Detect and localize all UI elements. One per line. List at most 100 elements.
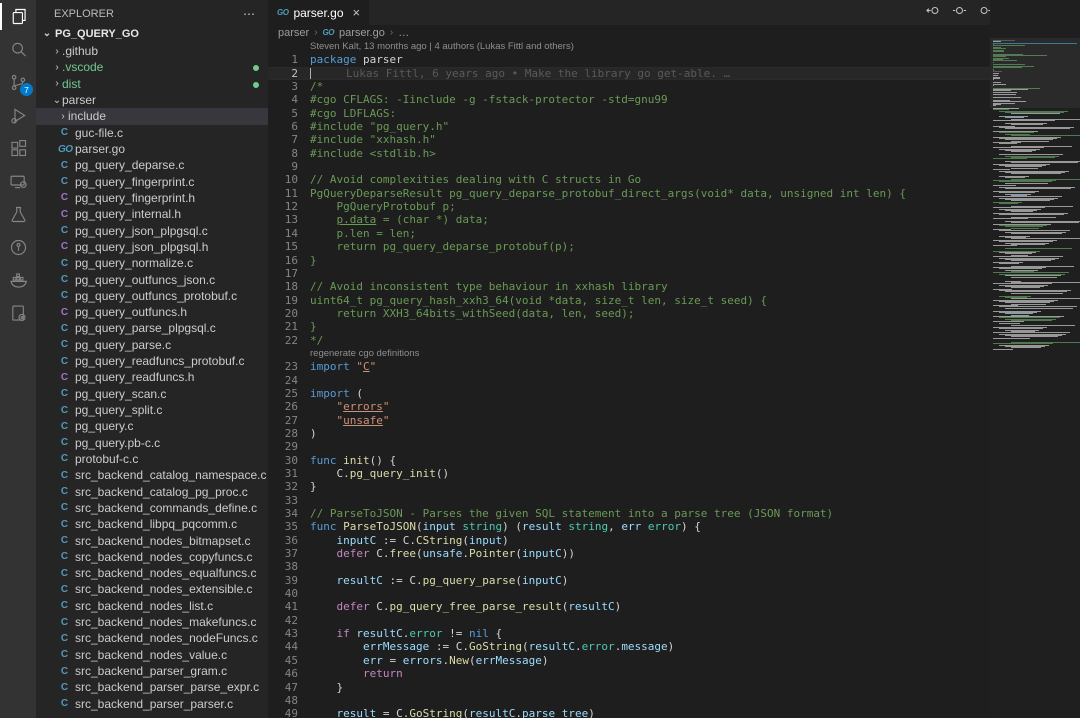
line-number[interactable]: 24 <box>268 374 298 387</box>
tree-file-pg_query_internal.h[interactable]: Cpg_query_internal.h <box>36 206 268 222</box>
code-text[interactable] <box>310 440 990 453</box>
tree-file-pg_query_deparse.c[interactable]: Cpg_query_deparse.c <box>36 157 268 173</box>
line-number[interactable]: 45 <box>268 654 298 667</box>
code-text[interactable]: "errors" <box>310 400 990 413</box>
line-number[interactable]: 43 <box>268 627 298 640</box>
code-text[interactable]: #include "pg_query.h" <box>310 120 990 133</box>
tree-file-parser.go[interactable]: GOparser.go <box>36 141 268 157</box>
line-number[interactable]: 19 <box>268 294 298 307</box>
code-text[interactable]: package parser <box>310 53 990 66</box>
line-number[interactable]: 48 <box>268 694 298 707</box>
code-text[interactable]: // Avoid inconsistent type behaviour in … <box>310 280 990 293</box>
code-text[interactable] <box>310 614 990 627</box>
code-text[interactable] <box>310 267 990 280</box>
tree-file-src_backend_commands_define.c[interactable]: Csrc_backend_commands_define.c <box>36 500 268 516</box>
code-text[interactable]: #cgo LDFLAGS: <box>310 107 990 120</box>
tree-file-pg_query_outfuncs_protobuf.c[interactable]: Cpg_query_outfuncs_protobuf.c <box>36 288 268 304</box>
code-text[interactable]: */ <box>310 334 990 347</box>
tree-file-src_backend_parser_gram.c[interactable]: Csrc_backend_parser_gram.c <box>36 663 268 679</box>
breadcrumb-item[interactable]: … <box>398 27 409 39</box>
line-number[interactable]: 34 <box>268 507 298 520</box>
tree-file-src_backend_nodes_bitmapset.c[interactable]: Csrc_backend_nodes_bitmapset.c <box>36 532 268 548</box>
line-number[interactable]: 21 <box>268 320 298 333</box>
tree-file-pg_query.pb-c.c[interactable]: Cpg_query.pb-c.c <box>36 435 268 451</box>
tree-folder-dist[interactable]: ›dist <box>36 76 268 92</box>
code-text[interactable]: if resultC.error != nil { <box>310 627 990 640</box>
tree-file-src_backend_nodes_equalfuncs.c[interactable]: Csrc_backend_nodes_equalfuncs.c <box>36 565 268 581</box>
code-text[interactable]: // Avoid complexities dealing with C str… <box>310 173 990 186</box>
code-text[interactable]: uint64_t pg_query_hash_xxh3_64(void *dat… <box>310 294 990 307</box>
line-number[interactable]: 44 <box>268 640 298 653</box>
line-number[interactable]: 36 <box>268 534 298 547</box>
tree-file-pg_query_json_plpgsql.h[interactable]: Cpg_query_json_plpgsql.h <box>36 239 268 255</box>
line-number[interactable]: 4 <box>268 93 298 106</box>
line-number[interactable]: 22 <box>268 334 298 347</box>
line-number[interactable]: 15 <box>268 240 298 253</box>
line-number[interactable]: 8 <box>268 147 298 160</box>
code-text[interactable] <box>310 494 990 507</box>
code-text[interactable]: /* <box>310 80 990 93</box>
tree-file-pg_query_outfuncs.h[interactable]: Cpg_query_outfuncs.h <box>36 304 268 320</box>
tree-root-pg-query-go[interactable]: ⌄ PG_QUERY_GO <box>36 24 268 43</box>
line-number[interactable]: 27 <box>268 414 298 427</box>
code-text[interactable] <box>310 374 990 387</box>
line-number[interactable]: 40 <box>268 587 298 600</box>
inline-blame-text[interactable]: Lukas Fittl, 6 years ago • Make the libr… <box>310 67 990 80</box>
line-number[interactable]: 16 <box>268 254 298 267</box>
code-text[interactable]: PgQueryDeparseResult pg_query_deparse_pr… <box>310 187 990 200</box>
code-text[interactable]: return XXH3_64bits_withSeed(data, len, s… <box>310 307 990 320</box>
tree-file-pg_query_scan.c[interactable]: Cpg_query_scan.c <box>36 386 268 402</box>
gitlens-changes-icon[interactable] <box>952 3 967 23</box>
activity-remote-explorer-icon[interactable] <box>0 165 36 198</box>
tree-file-pg_query.c[interactable]: Cpg_query.c <box>36 418 268 434</box>
activity-source-control-icon[interactable]: 7 <box>0 66 36 99</box>
breadcrumb-item[interactable]: parser.go <box>339 27 385 39</box>
code-text[interactable]: errMessage := C.GoString(resultC.error.m… <box>310 640 990 653</box>
close-icon[interactable]: × <box>353 5 361 20</box>
tree-file-pg_query_readfuncs.h[interactable]: Cpg_query_readfuncs.h <box>36 369 268 385</box>
line-number[interactable]: 13 <box>268 213 298 226</box>
activity-docker-icon[interactable] <box>0 264 36 297</box>
line-number[interactable]: 47 <box>268 681 298 694</box>
explorer-more-actions-icon[interactable]: ⋯ <box>243 7 256 21</box>
tree-file-src_backend_nodes_nodeFuncs.c[interactable]: Csrc_backend_nodes_nodeFuncs.c <box>36 630 268 646</box>
code-text[interactable]: #include <stdlib.h> <box>310 147 990 160</box>
tree-file-src_backend_parser_parse_expr.c[interactable]: Csrc_backend_parser_parse_expr.c <box>36 679 268 695</box>
line-number[interactable]: 2 <box>268 67 298 80</box>
line-number[interactable]: 41 <box>268 600 298 613</box>
tree-file-pg_query_parse.c[interactable]: Cpg_query_parse.c <box>36 337 268 353</box>
activity-run-debug-icon[interactable] <box>0 99 36 132</box>
line-number[interactable]: 46 <box>268 667 298 680</box>
line-number[interactable]: 28 <box>268 427 298 440</box>
code-text[interactable]: C.pg_query_init() <box>310 467 990 480</box>
tab-parser.go[interactable]: GOparser.go× <box>268 0 370 25</box>
tree-file-src_backend_catalog_pg_proc.c[interactable]: Csrc_backend_catalog_pg_proc.c <box>36 483 268 499</box>
code-text[interactable]: defer C.free(unsafe.Pointer(inputC)) <box>310 547 990 560</box>
tree-file-protobuf-c.c[interactable]: Cprotobuf-c.c <box>36 451 268 467</box>
activity-search-icon[interactable] <box>0 33 36 66</box>
tree-file-src_backend_nodes_extensible.c[interactable]: Csrc_backend_nodes_extensible.c <box>36 581 268 597</box>
code-text[interactable]: ) <box>310 427 990 440</box>
line-number[interactable]: 39 <box>268 574 298 587</box>
code-text[interactable] <box>310 560 990 573</box>
code-text[interactable]: import "C" <box>310 360 990 373</box>
code-text[interactable]: #cgo CFLAGS: -Iinclude -g -fstack-protec… <box>310 93 990 106</box>
tree-file-src_backend_nodes_value.c[interactable]: Csrc_backend_nodes_value.c <box>36 647 268 663</box>
line-number[interactable]: 38 <box>268 560 298 573</box>
code-text[interactable]: } <box>310 681 990 694</box>
code-text[interactable]: p.data = (char *) data; <box>310 213 990 226</box>
code-text[interactable]: err = errors.New(errMessage) <box>310 654 990 667</box>
line-number[interactable]: 5 <box>268 107 298 120</box>
line-number[interactable]: 10 <box>268 173 298 186</box>
tree-file-pg_query_outfuncs_json.c[interactable]: Cpg_query_outfuncs_json.c <box>36 271 268 287</box>
line-number[interactable]: 29 <box>268 440 298 453</box>
line-number[interactable]: 7 <box>268 133 298 146</box>
code-text[interactable]: return <box>310 667 990 680</box>
code-text[interactable]: func ParseToJSON(input string) (result s… <box>310 520 990 533</box>
tree-file-src_backend_catalog_namespace.c[interactable]: Csrc_backend_catalog_namespace.c <box>36 467 268 483</box>
line-number[interactable]: 30 <box>268 454 298 467</box>
code-text[interactable]: func init() { <box>310 454 990 467</box>
tree-folder-.github[interactable]: ›.github <box>36 43 268 59</box>
line-number[interactable]: 14 <box>268 227 298 240</box>
codelens-annotation[interactable]: Steven Kalt, 13 months ago | 4 authors (… <box>268 40 990 53</box>
